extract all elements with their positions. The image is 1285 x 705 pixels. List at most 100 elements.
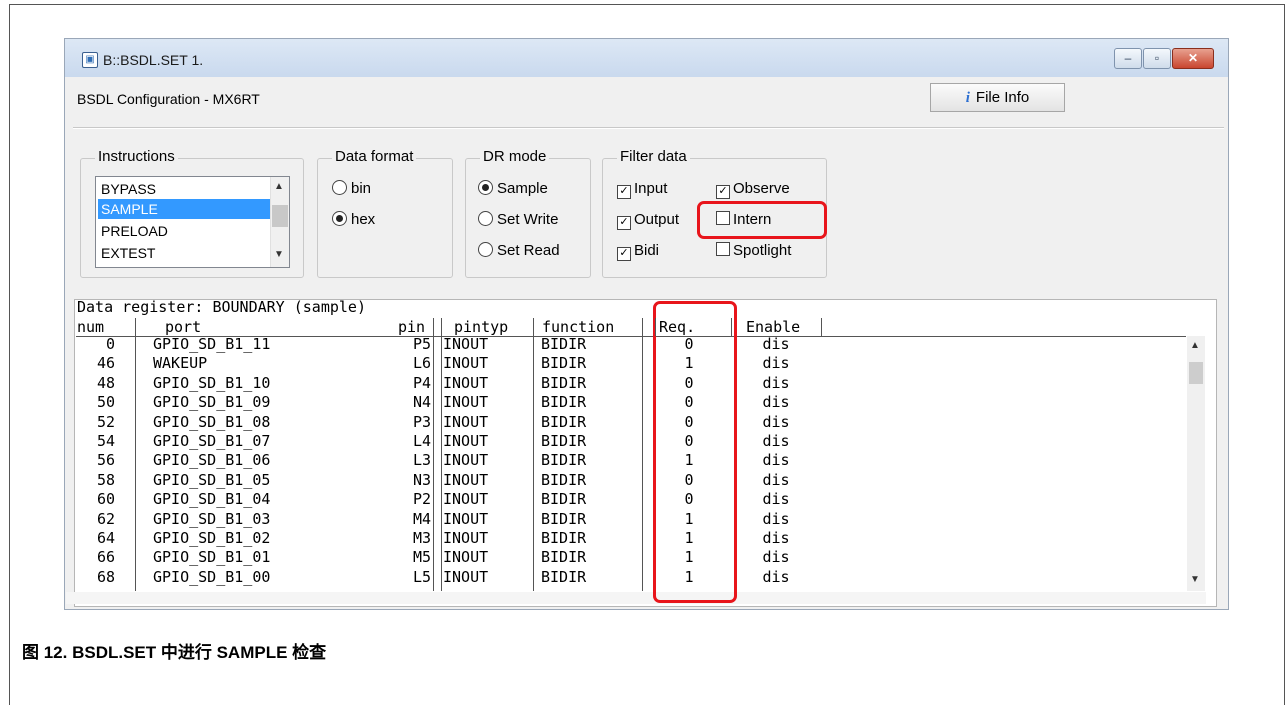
filter-spotlight-checkbox[interactable]: Spotlight	[716, 242, 791, 259]
instructions-listbox[interactable]: BYPASS SAMPLE PRELOAD EXTEST ▲ ▼	[95, 176, 290, 268]
cell-port: GPIO_SD_B1_09	[153, 393, 271, 412]
filter-data-group-title: Filter data	[617, 148, 690, 165]
radio-icon	[478, 242, 493, 257]
column-header-port[interactable]: port	[165, 318, 201, 336]
table-row[interactable]: 68 GPIO_SD_B1_00 L5 INOUT BIDIR 1 dis	[65, 568, 1185, 587]
column-header-function[interactable]: function	[542, 318, 614, 336]
info-icon: i	[965, 90, 970, 106]
column-separator[interactable]	[533, 318, 534, 336]
instruction-item-sample[interactable]: SAMPLE	[98, 199, 271, 219]
table-row[interactable]: 52 GPIO_SD_B1_08 P3 INOUT BIDIR 0 dis	[65, 413, 1185, 432]
cell-pintyp: INOUT	[443, 529, 489, 547]
filter-bidi-checkbox[interactable]: ✓ Bidi	[617, 242, 659, 261]
cell-num: 54	[96, 432, 115, 450]
cell-port: GPIO_SD_B1_03	[153, 509, 271, 528]
cell-port: GPIO_SD_B1_08	[153, 412, 271, 431]
checkbox-checked-icon: ✓	[716, 185, 730, 199]
checkbox-checked-icon: ✓	[617, 216, 631, 230]
cell-enable: dis	[762, 509, 790, 528]
cell-port: GPIO_SD_B1_10	[153, 373, 271, 392]
column-header-pin[interactable]: pin	[398, 318, 425, 336]
filter-observe-checkbox[interactable]: ✓ Observe	[716, 180, 790, 199]
cell-num: 66	[96, 548, 115, 567]
table-row[interactable]: 46 WAKEUP L6 INOUT BIDIR 1 dis	[65, 354, 1185, 373]
dr-sample-label: Sample	[497, 180, 548, 197]
column-separator[interactable]	[441, 318, 442, 336]
column-header-pintyp[interactable]: pintyp	[454, 318, 508, 336]
column-separator[interactable]	[135, 318, 136, 336]
scroll-up-icon[interactable]: ▲	[274, 181, 284, 192]
column-separator[interactable]	[433, 318, 434, 336]
scroll-thumb[interactable]	[1189, 362, 1203, 384]
title-bar[interactable]: ▣ B::BSDL.SET 1. – ▫ ✕	[65, 39, 1228, 77]
table-horizontal-scrollbar[interactable]	[66, 592, 1206, 604]
intern-highlight-box	[697, 201, 827, 239]
column-header-num[interactable]: num	[77, 318, 104, 336]
dr-mode-group-title: DR mode	[480, 148, 550, 165]
file-info-button[interactable]: i File Info	[930, 83, 1065, 112]
table-row[interactable]: 64 GPIO_SD_B1_02 M3 INOUT BIDIR 1 dis	[65, 529, 1185, 548]
cell-port: GPIO_SD_B1_11	[153, 335, 271, 353]
cell-enable: dis	[762, 548, 790, 567]
table-row[interactable]: 66 GPIO_SD_B1_01 M5 INOUT BIDIR 1 dis	[65, 548, 1185, 567]
table-row[interactable]: 62 GPIO_SD_B1_03 M4 INOUT BIDIR 1 dis	[65, 510, 1185, 529]
cell-function: BIDIR	[541, 412, 587, 431]
table-row[interactable]: 60 GPIO_SD_B1_04 P2 INOUT BIDIR 0 dis	[65, 490, 1185, 509]
cell-function: BIDIR	[541, 393, 587, 412]
column-separator[interactable]	[642, 318, 643, 336]
instructions-group: Instructions BYPASS SAMPLE PRELOAD EXTES…	[80, 148, 304, 278]
instructions-scrollbar[interactable]: ▲ ▼	[270, 177, 289, 267]
column-separator[interactable]	[655, 318, 656, 336]
cell-pintyp: INOUT	[443, 354, 489, 373]
instruction-item-bypass[interactable]: BYPASS	[98, 179, 271, 199]
cell-num: 56	[96, 451, 115, 470]
cell-enable: dis	[762, 529, 790, 547]
instruction-item-extest[interactable]: EXTEST	[98, 243, 271, 263]
window-title: B::BSDL.SET 1.	[103, 52, 204, 68]
data-register-label: Data register: BOUNDARY (sample)	[77, 298, 366, 316]
table-row[interactable]: 0 GPIO_SD_B1_11 P5 INOUT BIDIR 0 dis	[65, 335, 1185, 354]
instruction-item-preload[interactable]: PRELOAD	[98, 221, 271, 241]
dr-mode-group: DR mode Sample Set Write Set Read	[465, 148, 591, 278]
cell-port: GPIO_SD_B1_01	[153, 548, 271, 567]
cell-enable: dis	[762, 393, 790, 412]
scroll-thumb[interactable]	[272, 205, 288, 227]
format-hex-radio[interactable]: hex	[332, 211, 375, 228]
table-row[interactable]: 50 GPIO_SD_B1_09 N4 INOUT BIDIR 0 dis	[65, 393, 1185, 412]
cell-num: 62	[96, 509, 115, 528]
table-row[interactable]: 48 GPIO_SD_B1_10 P4 INOUT BIDIR 0 dis	[65, 374, 1185, 393]
filter-input-checkbox[interactable]: ✓ Input	[617, 180, 667, 199]
column-separator[interactable]	[731, 318, 732, 336]
cell-pintyp: INOUT	[443, 335, 489, 353]
cell-pin: L6	[412, 354, 431, 373]
scroll-down-icon[interactable]: ▼	[1190, 574, 1200, 585]
cell-pin: L3	[412, 451, 431, 470]
cell-num: 0	[105, 335, 115, 353]
cell-port: GPIO_SD_B1_02	[153, 529, 271, 547]
cell-pin: N4	[412, 393, 431, 412]
close-button[interactable]: ✕	[1172, 48, 1214, 69]
config-label: BSDL Configuration - MX6RT	[77, 91, 260, 107]
column-separator[interactable]	[821, 318, 822, 336]
maximize-button[interactable]: ▫	[1143, 48, 1171, 69]
cell-req: 1	[684, 529, 694, 547]
scroll-down-icon[interactable]: ▼	[274, 249, 284, 260]
filter-output-checkbox[interactable]: ✓ Output	[617, 211, 679, 230]
table-vertical-scrollbar[interactable]: ▲ ▼	[1187, 336, 1205, 591]
dr-set-write-radio[interactable]: Set Write	[478, 211, 558, 228]
table-row[interactable]: 58 GPIO_SD_B1_05 N3 INOUT BIDIR 0 dis	[65, 471, 1185, 490]
filter-output-label: Output	[634, 211, 680, 228]
scroll-up-icon[interactable]: ▲	[1190, 340, 1200, 351]
format-bin-radio[interactable]: bin	[332, 180, 371, 197]
dr-set-read-radio[interactable]: Set Read	[478, 242, 560, 259]
table-row[interactable]: 54 GPIO_SD_B1_07 L4 INOUT BIDIR 0 dis	[65, 432, 1185, 451]
minimize-button[interactable]: –	[1114, 48, 1142, 69]
cell-num: 60	[96, 490, 115, 509]
dr-sample-radio[interactable]: Sample	[478, 180, 548, 197]
filter-observe-label: Observe	[733, 180, 790, 197]
cell-function: BIDIR	[541, 509, 587, 528]
column-header-req[interactable]: Req.	[659, 318, 695, 336]
table-row[interactable]: 56 GPIO_SD_B1_06 L3 INOUT BIDIR 1 dis	[65, 451, 1185, 470]
column-header-enable[interactable]: Enable	[746, 318, 800, 336]
cell-pintyp: INOUT	[443, 490, 489, 509]
